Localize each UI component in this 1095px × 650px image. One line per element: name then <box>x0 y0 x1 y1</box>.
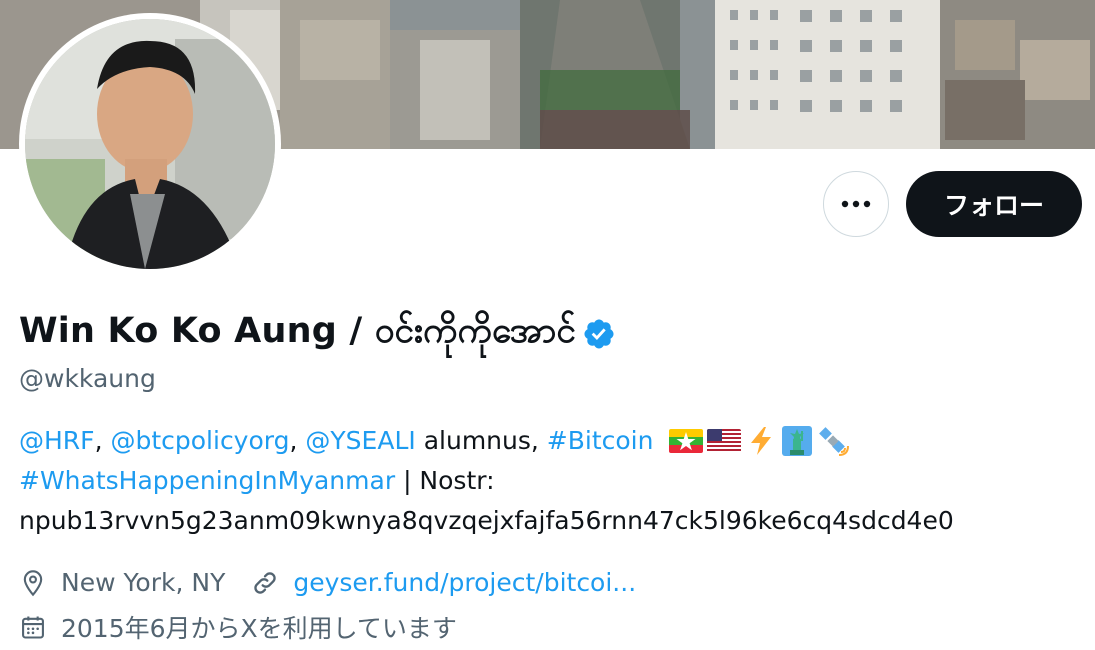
calendar-icon <box>22 616 44 639</box>
more-options-button[interactable] <box>823 171 889 237</box>
bio-npub-text: npub13rvvn5g23anm09kwnya8qvzqejxfajfa56r… <box>19 506 954 535</box>
ellipsis-icon <box>841 200 871 208</box>
profile-joined-row: 2015年6月からXを利用しています <box>19 609 457 645</box>
hashtag-whatshappeninginmyanmar-link[interactable]: #WhatsHappeningInMyanmar <box>19 461 395 501</box>
mention-yseali-link[interactable]: @YSEALI <box>305 421 415 461</box>
bio-line-3: npub13rvvn5g23anm09kwnya8qvzqejxfajfa56r… <box>19 501 1079 541</box>
link-icon <box>254 571 277 594</box>
bio-line-1: @HRF, @btcpolicyorg, @YSEALI alumnus, #B… <box>19 421 1079 461</box>
profile-handle: @wkkaung <box>19 364 156 393</box>
lightning-icon <box>751 427 772 455</box>
profile-bio: @HRF, @btcpolicyorg, @YSEALI alumnus, #B… <box>19 421 1079 541</box>
bio-separator: , <box>94 426 103 455</box>
mention-btcpolicyorg-link[interactable]: @btcpolicyorg <box>110 421 289 461</box>
mention-hrf-link[interactable]: @HRF <box>19 421 95 461</box>
statue-of-liberty-icon <box>782 426 813 456</box>
profile-location: New York, NY <box>61 568 226 597</box>
profile-website-link[interactable]: geyser.fund/project/bitcoi... <box>293 568 636 597</box>
bio-separator: , <box>289 426 298 455</box>
hashtag-bitcoin-link[interactable]: #Bitcoin <box>547 421 654 461</box>
verified-badge-icon[interactable] <box>582 317 616 351</box>
profile-meta-row: New York, NY geyser.fund/project/bitcoi.… <box>19 568 636 597</box>
myanmar-flag-icon <box>669 429 704 453</box>
profile-joined-date: 2015年6月からXを利用しています <box>61 614 457 643</box>
bio-nostr-label: | Nostr: <box>403 466 495 495</box>
profile-name-row: Win Ko Ko Aung / ဝင်းကိုကိုအောင် <box>19 310 616 358</box>
avatar[interactable] <box>25 19 275 269</box>
us-flag-icon <box>707 429 742 453</box>
location-pin-icon <box>23 569 43 596</box>
profile-name: Win Ko Ko Aung / ဝင်းကိုကိုအောင် <box>19 311 576 351</box>
follow-button[interactable]: フォロー <box>906 171 1082 237</box>
bio-line-2: #WhatsHappeningInMyanmar | Nostr: <box>19 461 1079 501</box>
satellite-icon <box>819 427 850 456</box>
avatar-photo <box>25 19 275 269</box>
bio-alumnus-text: alumnus, <box>423 426 539 455</box>
